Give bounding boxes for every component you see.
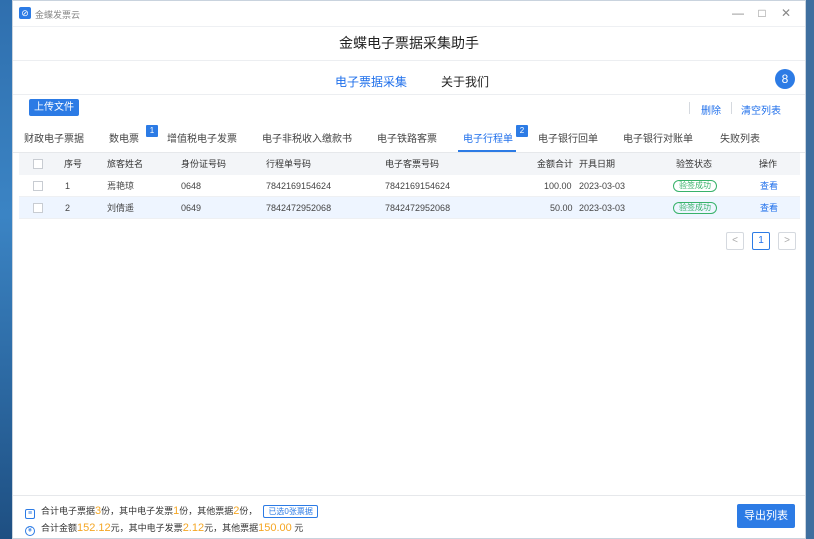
tab-bank-receipt[interactable]: 电子银行回单 [538,130,598,145]
pagination-page-1[interactable]: 1 [752,232,770,250]
cell-date: 2023-03-03 [579,203,626,213]
tab-nontax-payment[interactable]: 电子非税收入缴款书 [262,130,352,145]
cell-seq: 2 [65,203,71,213]
col-seq: 序号 [64,159,83,169]
minimize-button[interactable]: — [727,5,749,21]
itinerary-table: 序号 旅客姓名 身份证号码 行程单号码 电子客票号码 金额合计 开具日期 验签状… [19,153,800,219]
cell-trip-no: 7842169154624 [266,181,332,191]
toolbar-separator [731,102,732,114]
tab-fiscal-ebill[interactable]: 财政电子票据 [24,130,84,145]
desktop-background [0,0,12,539]
cell-seq: 1 [65,181,71,191]
tab-vat-einvoice[interactable]: 增值税电子发票 [167,130,237,145]
table-header: 序号 旅客姓名 身份证号码 行程单号码 电子客票号码 金额合计 开具日期 验签状… [19,153,800,175]
nav-collect[interactable]: 电子票据采集 [335,73,407,90]
col-operation: 操作 [759,159,778,169]
footer-text: 合计金额 [41,523,78,533]
cell-date: 2023-03-03 [579,181,626,191]
title-bar: ⊘ 金蝶发票云 — □ ✕ [13,1,805,27]
cell-amount: 50.00 [550,203,573,213]
avatar[interactable]: 8 [775,69,795,89]
document-icon: ≡ [25,509,35,519]
divider [13,94,805,95]
app-name: 金蝶发票云 [35,10,81,20]
tab-railway-ticket[interactable]: 电子铁路客票 [377,130,437,145]
selected-tickets-tag[interactable]: 已选0张票据 [263,505,318,518]
footer-count-summary: ≡ 合计电子票据3份，其中电子发票1份，其他票据2份， 已选0张票据 [25,504,318,519]
footer-text: 份，其他票据 [179,506,234,516]
tab-digital-invoice[interactable]: 数电票 [109,130,139,145]
clear-list-button[interactable]: 清空列表 [741,102,781,117]
yen-icon: ¥ [25,526,35,536]
col-status: 验签状态 [676,159,713,169]
delete-button[interactable]: 删除 [701,102,721,117]
tab-bar: 财政电子票据 数电票 1 增值税电子发票 电子非税收入缴款书 电子铁路客票 电子… [13,125,805,151]
tab-bank-statement[interactable]: 电子银行对账单 [623,130,693,145]
status-badge: 验签成功 [673,202,717,214]
table-row[interactable]: 2 刘倩遥 0649 7842472952068 7842472952068 5… [19,197,800,219]
pagination-next-button[interactable]: > [778,232,796,250]
invoice-amount: 2.12 [182,522,205,534]
footer-amount-summary: ¥ 合计金额152.12元，其中电子发票2.12元，其他票据150.00 元 [25,521,303,536]
desktop-background-right [806,0,814,539]
row-checkbox[interactable] [33,181,43,191]
total-amount: 152.12 [77,522,111,534]
row-checkbox[interactable] [33,203,43,213]
export-list-button[interactable]: 导出列表 [737,504,795,528]
footer-text: 合计电子票据 [41,506,96,516]
col-amount: 金额合计 [537,159,574,169]
tab-badge-itinerary: 2 [516,125,528,137]
cell-ticket-no: 7842472952068 [385,203,451,213]
status-badge: 验签成功 [673,180,717,192]
cell-amount: 100.00 [544,181,572,191]
page-title: 金蝶电子票据采集助手 [339,35,479,51]
maximize-button[interactable]: □ [751,5,773,21]
col-id: 身份证号码 [181,159,227,169]
footer-text: 元 [291,523,304,533]
tab-badge-digital-invoice: 1 [146,125,158,137]
pagination-prev-button[interactable]: < [726,232,744,250]
select-all-checkbox[interactable] [33,159,43,169]
toolbar-separator [689,102,690,114]
footer-text: 元，其中电子发票 [110,523,183,533]
tab-failed-list[interactable]: 失败列表 [720,130,760,145]
cell-name: 焉艳琼 [107,181,135,191]
app-window: ⊘ 金蝶发票云 — □ ✕ 金蝶电子票据采集助手 电子票据采集 关于我们 8 上… [12,0,806,539]
footer-text: 份， [239,506,258,516]
footer-text: 份，其中电子发票 [101,506,174,516]
cell-id: 0648 [181,181,202,191]
col-trip-no: 行程单号码 [266,159,312,169]
nav-about[interactable]: 关于我们 [441,73,489,90]
upload-file-button[interactable]: 上传文件 [29,99,79,116]
view-link[interactable]: 查看 [760,197,778,219]
col-date: 开具日期 [579,159,616,169]
divider [13,495,805,496]
tab-itinerary[interactable]: 电子行程单 [463,130,513,145]
cell-trip-no: 7842472952068 [266,203,332,213]
view-link[interactable]: 查看 [760,175,778,197]
cell-name: 刘倩遥 [107,203,135,213]
table-row[interactable]: 1 焉艳琼 0648 7842169154624 7842169154624 1… [19,175,800,197]
footer-text: 元，其他票据 [204,523,259,533]
app-logo-icon: ⊘ [19,7,31,19]
col-ticket-no: 电子客票号码 [385,159,440,169]
cell-id: 0649 [181,203,202,213]
divider [13,60,805,61]
close-button[interactable]: ✕ [775,5,797,21]
other-amount: 150.00 [258,522,292,534]
col-name: 旅客姓名 [107,159,144,169]
cell-ticket-no: 7842169154624 [385,181,451,191]
